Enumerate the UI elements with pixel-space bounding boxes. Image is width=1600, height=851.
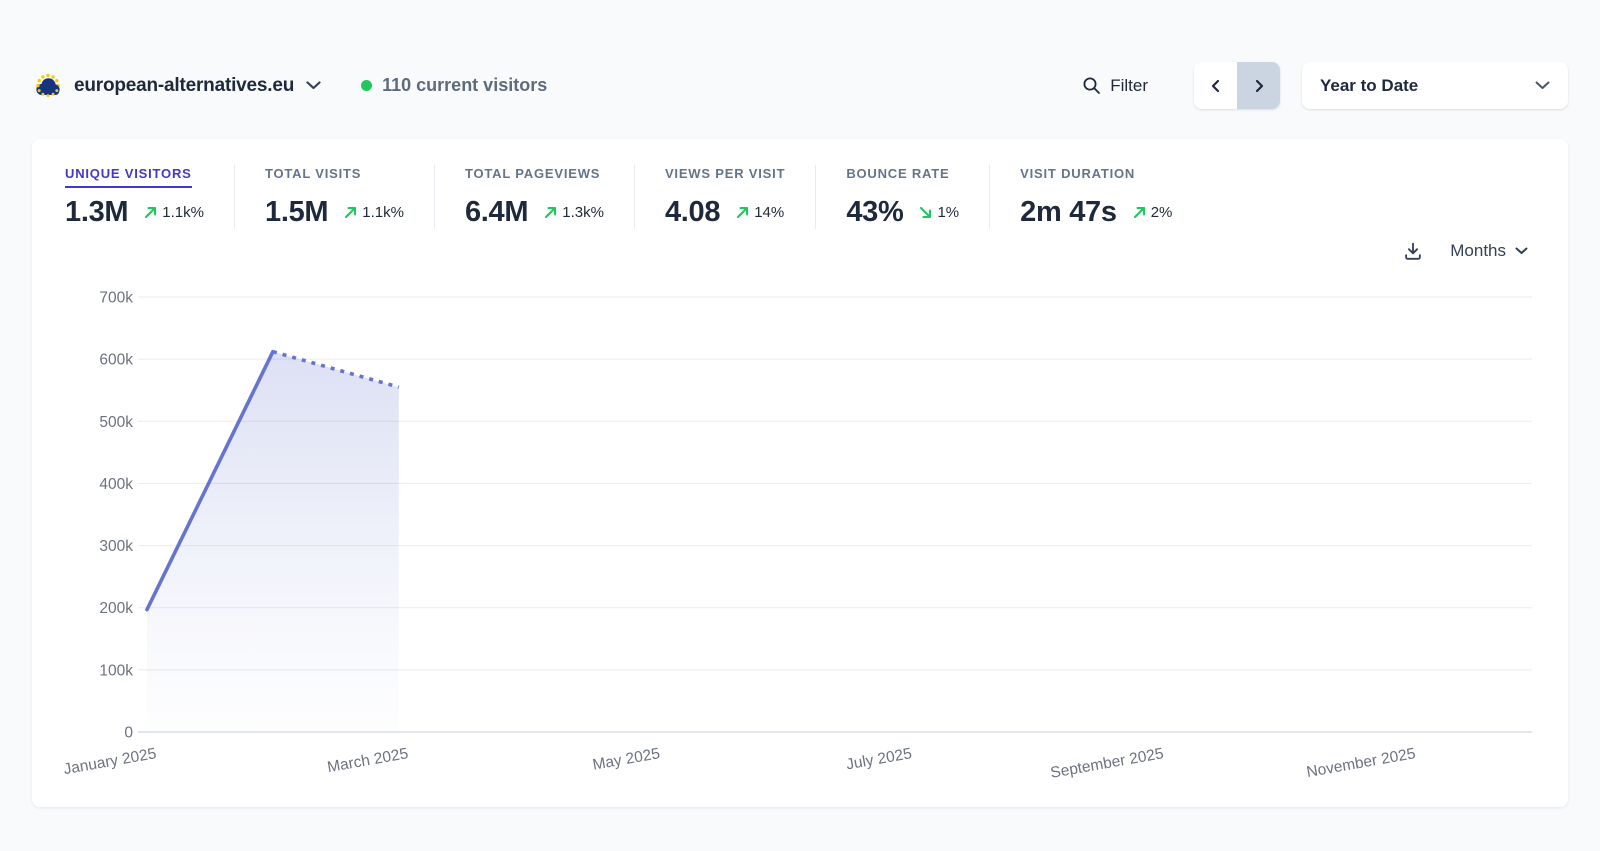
- svg-text:200k: 200k: [99, 600, 133, 617]
- topbar: european-alternatives.eu 110 current vis…: [32, 0, 1568, 109]
- filter-button[interactable]: Filter: [1082, 76, 1148, 96]
- svg-text:600k: 600k: [99, 352, 133, 369]
- next-period-button[interactable]: [1237, 62, 1280, 109]
- stat-change: 2%: [1133, 204, 1173, 221]
- arrow-up-right-icon: [1133, 206, 1146, 219]
- svg-text:700k: 700k: [99, 290, 133, 307]
- export-button[interactable]: [1402, 240, 1424, 262]
- chevron-right-icon: [1251, 78, 1267, 94]
- svg-text:400k: 400k: [99, 476, 133, 493]
- chevron-down-icon: [1515, 247, 1528, 255]
- stat-label: VIEWS PER VISIT: [665, 166, 785, 188]
- chart-series: [147, 352, 399, 732]
- arrow-down-right-icon: [919, 206, 932, 219]
- search-icon: [1082, 76, 1101, 95]
- site-favicon-eu-cloud-icon: [32, 71, 62, 101]
- dashboard-card: UNIQUE VISITORS 1.3M 1.1k% TOTAL VISITS …: [32, 139, 1568, 807]
- chevron-left-icon: [1208, 78, 1224, 94]
- stat-metric-tab[interactable]: BOUNCE RATE 43% 1%: [815, 165, 989, 229]
- chevron-down-icon: [306, 81, 321, 90]
- date-range-selector[interactable]: Year to Date: [1302, 62, 1568, 109]
- filter-label: Filter: [1110, 76, 1148, 96]
- stat-value: 1.3M: [65, 196, 128, 229]
- stats-row: UNIQUE VISITORS 1.3M 1.1k% TOTAL VISITS …: [32, 139, 1568, 229]
- site-name: european-alternatives.eu: [74, 75, 294, 97]
- stat-change: 1%: [919, 204, 959, 221]
- download-icon: [1402, 240, 1424, 262]
- live-indicator-dot: [361, 80, 372, 91]
- svg-text:500k: 500k: [99, 414, 133, 431]
- arrow-up-right-icon: [544, 206, 557, 219]
- stat-metric-tab[interactable]: VISIT DURATION 2m 47s 2%: [989, 165, 1202, 229]
- svg-text:January 2025: January 2025: [62, 745, 157, 778]
- interval-value: Months: [1450, 241, 1506, 261]
- interval-selector[interactable]: Months: [1450, 241, 1528, 261]
- chart-toolbar: Months: [1402, 240, 1528, 262]
- visitors-chart[interactable]: 0 100k 200k 300k 400k 500k 600k 700k January 202…: [58, 279, 1542, 804]
- stat-value: 2m 47s: [1020, 196, 1117, 229]
- stat-change-value: 14%: [754, 204, 784, 221]
- chart-area-fill: [147, 352, 399, 732]
- svg-text:300k: 300k: [99, 538, 133, 555]
- stat-change-value: 1.1k%: [162, 204, 204, 221]
- svg-text:September 2025: September 2025: [1049, 745, 1165, 782]
- stat-label: VISIT DURATION: [1020, 166, 1135, 188]
- stat-value: 4.08: [665, 196, 720, 229]
- svg-text:November 2025: November 2025: [1305, 745, 1417, 781]
- arrow-up-right-icon: [144, 206, 157, 219]
- date-pager: [1194, 62, 1280, 109]
- chevron-down-icon: [1535, 81, 1550, 90]
- svg-text:0: 0: [124, 725, 133, 742]
- stat-change-value: 2%: [1151, 204, 1173, 221]
- stat-change: 1.1k%: [144, 204, 204, 221]
- stat-value: 43%: [846, 196, 903, 229]
- svg-text:July 2025: July 2025: [845, 745, 913, 773]
- stat-label: UNIQUE VISITORS: [65, 166, 192, 188]
- stat-change: 1.3k%: [544, 204, 604, 221]
- stat-label: TOTAL VISITS: [265, 166, 361, 188]
- stat-change: 14%: [736, 204, 784, 221]
- stat-metric-tab[interactable]: VIEWS PER VISIT 4.08 14%: [634, 165, 815, 229]
- stat-label: BOUNCE RATE: [846, 166, 949, 188]
- stat-change-value: 1.3k%: [562, 204, 604, 221]
- stat-change-value: 1%: [937, 204, 959, 221]
- chart-area: 0 100k 200k 300k 400k 500k 600k 700k January 202…: [58, 279, 1542, 804]
- stat-metric-tab[interactable]: UNIQUE VISITORS 1.3M 1.1k%: [58, 165, 234, 229]
- prev-period-button[interactable]: [1194, 62, 1237, 109]
- svg-text:March 2025: March 2025: [326, 745, 410, 776]
- arrow-up-right-icon: [344, 206, 357, 219]
- stat-value: 1.5M: [265, 196, 328, 229]
- current-visitors-label: 110 current visitors: [382, 75, 547, 96]
- stat-metric-tab[interactable]: TOTAL PAGEVIEWS 6.4M 1.3k%: [434, 165, 634, 229]
- stat-value: 6.4M: [465, 196, 528, 229]
- stat-label: TOTAL PAGEVIEWS: [465, 166, 600, 188]
- stat-change-value: 1.1k%: [362, 204, 404, 221]
- site-switcher[interactable]: european-alternatives.eu: [32, 71, 321, 101]
- arrow-up-right-icon: [736, 206, 749, 219]
- svg-text:100k: 100k: [99, 662, 133, 679]
- stat-change: 1.1k%: [344, 204, 404, 221]
- date-range-value: Year to Date: [1320, 76, 1418, 96]
- svg-text:May 2025: May 2025: [591, 745, 661, 774]
- stat-metric-tab[interactable]: TOTAL VISITS 1.5M 1.1k%: [234, 165, 434, 229]
- current-visitors[interactable]: 110 current visitors: [361, 75, 547, 96]
